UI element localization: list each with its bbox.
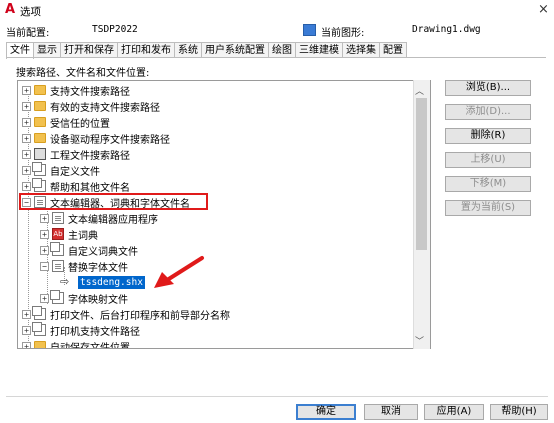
tab-profiles[interactable]: 配置	[379, 42, 407, 58]
tree-item[interactable]: + 工程文件搜索路径	[22, 146, 130, 162]
help-button[interactable]: 帮助(H)	[490, 404, 548, 420]
tree-item[interactable]: + 设备驱动程序文件搜索路径	[22, 130, 170, 146]
scrollbar-thumb[interactable]	[416, 98, 427, 250]
section-label: 搜索路径、文件名和文件位置:	[16, 68, 150, 79]
tab-drafting[interactable]: 绘图	[268, 42, 296, 58]
close-icon[interactable]: ×	[538, 2, 549, 17]
tree-item[interactable]: + 打印机支持文件路径	[22, 322, 140, 338]
collapse-icon[interactable]: −	[40, 261, 49, 271]
cancel-button[interactable]: 取消	[364, 404, 418, 420]
ok-button[interactable]: 确定	[296, 404, 356, 420]
expand-icon[interactable]: +	[22, 101, 31, 111]
expand-icon[interactable]: +	[22, 165, 31, 175]
expand-icon[interactable]: +	[22, 85, 31, 95]
files-icon	[32, 322, 46, 336]
autocad-logo-icon: A	[5, 2, 16, 17]
expand-icon[interactable]: +	[22, 341, 31, 348]
tree-item[interactable]: + 有效的支持文件搜索路径	[22, 98, 160, 114]
files-icon	[32, 162, 46, 176]
expand-icon[interactable]: +	[22, 149, 31, 159]
title-bar: A 选项 ×	[0, 0, 554, 20]
expand-icon[interactable]: +	[22, 309, 31, 319]
folder-icon	[34, 133, 46, 143]
tree-item[interactable]: + 帮助和其他文件名	[22, 178, 130, 194]
expand-icon[interactable]: +	[22, 117, 31, 127]
current-drawing-value: Drawing1.dwg	[412, 24, 481, 35]
expand-icon[interactable]: +	[40, 293, 49, 303]
edit-document-icon	[52, 212, 64, 224]
window-title: 选项	[20, 6, 41, 18]
tab-3d-modeling[interactable]: 三维建模	[295, 42, 343, 58]
tab-divider	[6, 57, 546, 58]
footer-divider	[6, 396, 548, 397]
path-arrow-icon: ⇨	[60, 275, 70, 288]
scroll-down-icon[interactable]: ﹀	[415, 334, 424, 347]
tab-open-save[interactable]: 打开和保存	[60, 42, 118, 58]
current-config-label: 当前配置:	[6, 28, 50, 39]
expand-icon[interactable]: +	[40, 245, 49, 255]
tree-item[interactable]: + 自动保存文件位置	[22, 338, 130, 348]
add-button[interactable]: 添加(D)...	[445, 104, 531, 120]
current-config-value: TSDP2022	[92, 24, 138, 35]
files-icon	[50, 242, 64, 256]
tree-item[interactable]: + 文本编辑器应用程序	[40, 210, 158, 226]
tab-system[interactable]: 系统	[174, 42, 202, 58]
folder-icon	[34, 341, 46, 348]
tab-display[interactable]: 显示	[33, 42, 61, 58]
remove-button[interactable]: 删除(R)	[445, 128, 531, 144]
red-arrow-icon	[154, 256, 204, 288]
browse-button[interactable]: 浏览(B)...	[445, 80, 531, 96]
expand-icon[interactable]: +	[22, 181, 31, 191]
tab-user-preferences[interactable]: 用户系统配置	[201, 42, 269, 58]
highlight-box	[19, 193, 208, 210]
files-icon	[32, 178, 46, 192]
tree-item-tssdeng-shx[interactable]: ⇨ tssdeng.shx	[60, 274, 145, 290]
tree-item[interactable]: + 自定义文件	[22, 162, 100, 178]
apply-button[interactable]: 应用(A)	[424, 404, 484, 420]
folder-icon	[34, 85, 46, 95]
drawing-icon	[303, 24, 316, 36]
expand-icon[interactable]: +	[22, 325, 31, 335]
set-current-button[interactable]: 置为当前(S)	[445, 200, 531, 216]
tree-item[interactable]: + 支持文件搜索路径	[22, 82, 130, 98]
file-path-tree[interactable]: + 支持文件搜索路径 + 有效的支持文件搜索路径 + 受信任的位置 + 设备驱动…	[17, 80, 431, 349]
files-icon	[32, 306, 46, 320]
folder-icon	[34, 117, 46, 127]
tab-strip: 文件 显示 打开和保存 打印和发布 系统 用户系统配置 绘图 三维建模 选择集 …	[6, 42, 407, 59]
tree-item[interactable]: + 自定义词典文件	[40, 242, 138, 258]
project-icon	[34, 148, 46, 160]
current-drawing-label: 当前图形:	[321, 28, 365, 39]
tree-item[interactable]: + Ab 主词典	[40, 226, 98, 242]
selected-value[interactable]: tssdeng.shx	[78, 275, 145, 289]
folder-icon	[34, 101, 46, 111]
tree-item-alternate-font[interactable]: − 替换字体文件	[40, 258, 128, 274]
font-file-icon	[52, 260, 64, 272]
tree-item[interactable]: + 受信任的位置	[22, 114, 110, 130]
tree-item[interactable]: + 字体映射文件	[40, 290, 128, 306]
tab-plot-publish[interactable]: 打印和发布	[117, 42, 175, 58]
move-up-button[interactable]: 上移(U)	[445, 152, 531, 168]
scroll-up-icon[interactable]: ︿	[415, 84, 424, 97]
expand-icon[interactable]: +	[22, 133, 31, 143]
tab-selection[interactable]: 选择集	[342, 42, 380, 58]
files-icon	[50, 290, 64, 304]
expand-icon[interactable]: +	[40, 213, 49, 223]
expand-icon[interactable]: +	[40, 229, 49, 239]
dictionary-icon: Ab	[52, 228, 64, 240]
tree-item[interactable]: + 打印文件、后台打印程序和前导部分名称	[22, 306, 230, 322]
move-down-button[interactable]: 下移(M)	[445, 176, 531, 192]
